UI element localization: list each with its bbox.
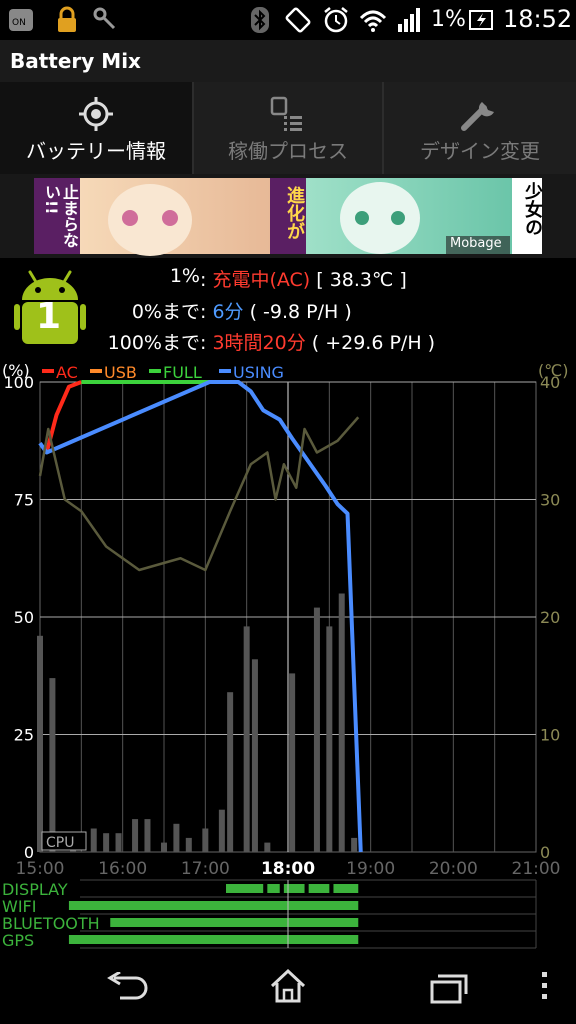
x-tick-label: 15:00 [16,859,65,879]
x-tick-label: 18:00 [261,859,315,879]
alarm-clock-icon [324,7,348,33]
y-right-tick: 20 [540,608,560,627]
key-wifi-icon [93,7,116,30]
tab-bar: バッテリー情報 稼働プロセス デザイン変更 [0,82,576,174]
y-right-tick: 10 [540,726,560,745]
cpu-bar [90,828,97,852]
activity-row-label: GPS [2,931,34,950]
tab-label: デザイン変更 [420,139,540,163]
legend-label: FULL [163,363,202,382]
tab-design[interactable]: デザイン変更 [384,82,576,174]
x-tick-label: 16:00 [98,859,147,879]
battery-chart: CPU(%) (℃)100755025040302010015:00 16:00 17… [2,361,568,950]
y-left-tick: 25 [14,726,34,745]
activity-bar-display [283,884,305,893]
cpu-bar [338,593,345,852]
cpu-bar [313,607,320,852]
info-line3-value: : 3時間20分 ( +29.6 P/H ) [200,332,436,354]
x-tick-label: 20:00 [429,859,478,879]
home-icon[interactable] [268,968,308,1004]
cpu-bar [115,833,122,852]
cpu-bar [243,626,250,852]
wifi-icon [359,10,387,32]
info-line3-label: 100%まで [107,332,200,354]
y-right-tick: 30 [540,491,560,510]
wrench-icon [461,102,494,131]
activity-bar-bluetooth [110,918,359,927]
legend-label: USB [104,363,137,382]
cpu-bar [161,842,167,852]
recent-apps-icon[interactable] [428,972,468,1004]
battery-android-badge: 1 [14,268,86,352]
cpu-bar [289,673,296,852]
cpu-bar [326,626,333,852]
cpu-label: CPU [46,835,74,851]
cpu-bar [185,837,192,852]
overflow-menu-icon[interactable] [538,970,552,1004]
y-left-tick: 50 [14,608,34,627]
activity-bar-display [226,884,264,893]
action-bar: Battery Mix [0,40,576,83]
activity-bar-display [333,884,359,893]
ad-text-left: 止まらない!! [42,184,79,248]
cpu-bar [218,809,225,852]
cpu-bar [264,842,271,852]
cpu-bar [351,837,358,852]
cpu-bar [144,819,151,852]
battery-percent: 1% [431,7,466,32]
cpu-bar [37,635,43,852]
info-line2-label: 0%まで [131,301,200,323]
back-icon[interactable] [106,972,150,1004]
x-tick-label: 19:00 [346,859,395,879]
y-left-tick: 75 [14,491,34,510]
activity-bar-wifi [68,901,359,910]
process-list-icon [270,96,302,131]
status-bar: ON 1% 18:52 [0,0,576,40]
ad-brand: Mobage [450,236,502,251]
info-line1-value: : 充電中(AC) [ 38.3℃ ] [200,269,407,291]
lock-icon [58,6,76,32]
tab-label: バッテリー情報 [26,139,166,163]
info-line2-value: : 6分 ( -9.8 P/H ) [200,301,352,323]
rotation-icon [285,7,311,33]
info-line1-label: 1% [169,265,200,287]
bluetooth-icon [251,7,269,33]
cpu-bar [49,678,56,852]
tab-processes[interactable]: 稼働プロセス [194,82,382,174]
activity-bar-display [267,884,280,893]
cpu-bar [251,659,258,852]
x-tick-label: 21:00 [512,859,561,879]
battery-level-digit: 1 [36,296,62,337]
app-title: Battery Mix [10,49,141,73]
legend-label: AC [56,363,78,382]
signal-icon [398,8,420,32]
svg-text:ON: ON [12,18,26,28]
ad-text-right: 少女の [522,182,543,236]
activity-bar-gps [68,935,359,944]
navigation-bar [0,950,576,1024]
cpu-bar [227,692,234,852]
cpu-bar [202,828,209,852]
y-left-tick: 100 [3,373,34,392]
battery-charging-icon [469,10,493,30]
cpu-bar [132,819,139,852]
cpu-bar [103,833,110,852]
x-tick-label: 17:00 [181,859,230,879]
ad-text-mid: 進化が [284,186,305,240]
y-right-tick: 40 [540,373,560,392]
tab-label: 稼働プロセス [228,139,348,163]
clock: 18:52 [503,5,573,33]
legend-label: USING [233,363,284,382]
tab-battery-info[interactable]: バッテリー情報 [0,82,192,174]
activity-bar-display [308,884,330,893]
ad-banner[interactable]: 止まらない!! 進化が 少女の Mobage [0,174,576,258]
target-icon [79,97,113,131]
series-line-temperature [38,416,360,572]
ntt-docomo-icon: ON [9,9,33,31]
cpu-bar [173,823,180,852]
